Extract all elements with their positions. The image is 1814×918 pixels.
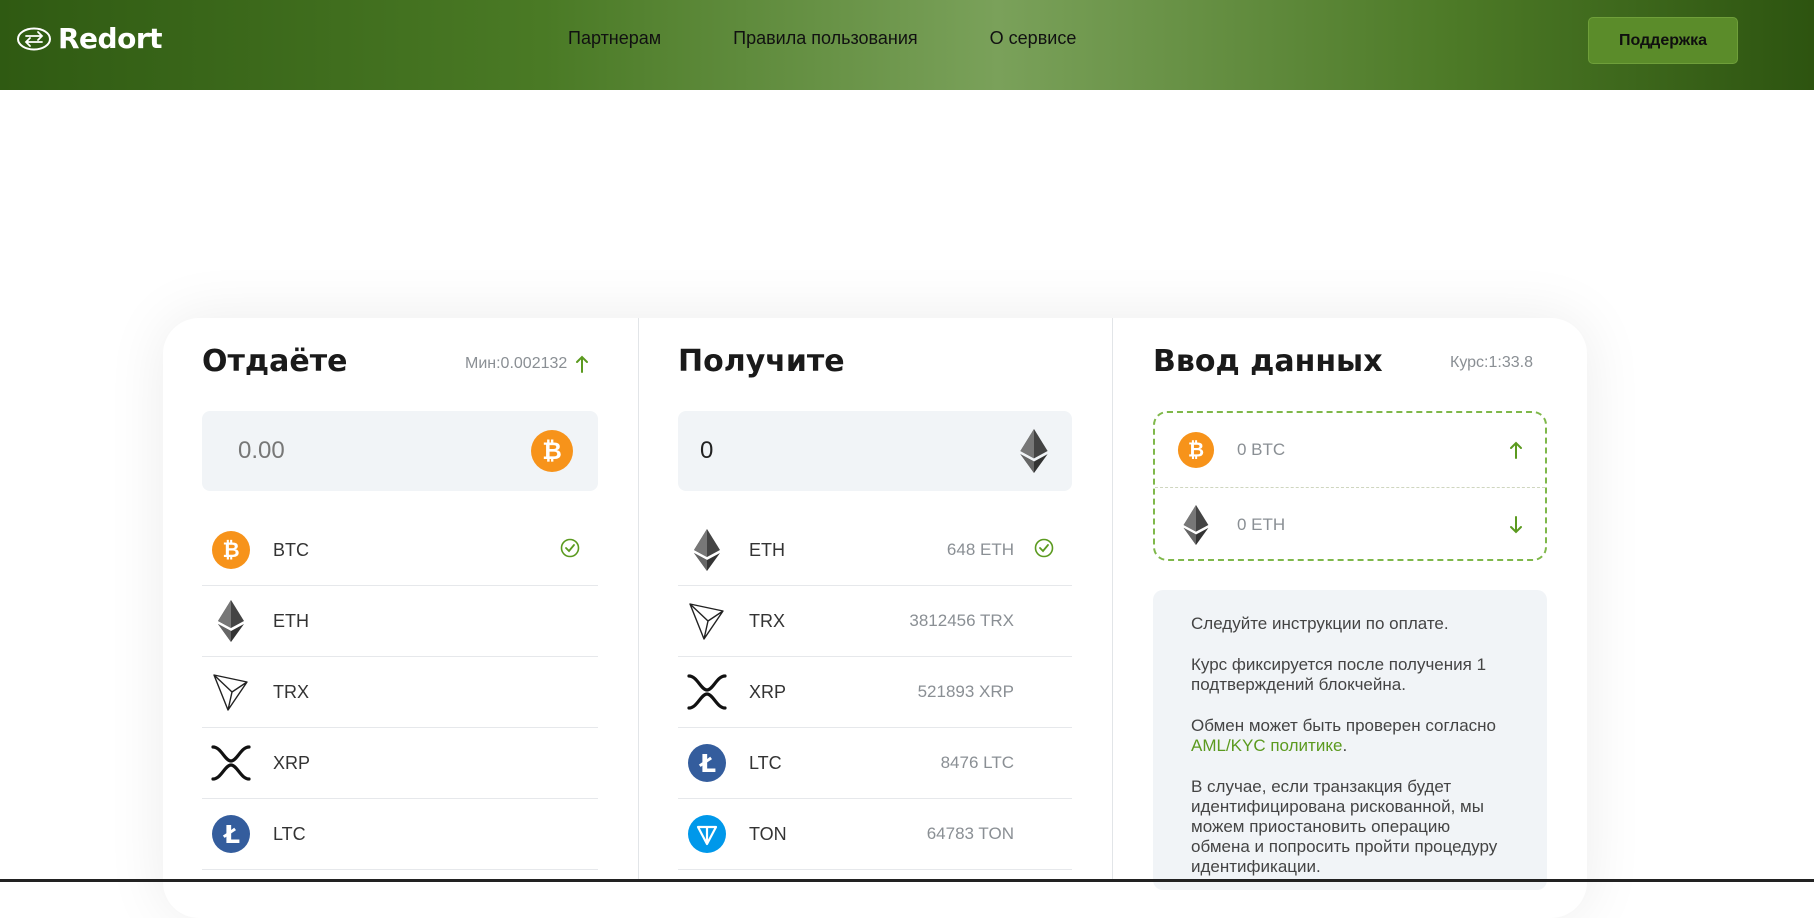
check-circle-icon <box>1034 538 1054 563</box>
give-amount-input[interactable]: 0.00 ₿ <box>202 411 598 491</box>
bitcoin-icon: ₿ <box>211 530 251 570</box>
currency-symbol: LTC <box>273 823 306 844</box>
currency-reserve: 521893 XRP <box>917 682 1014 701</box>
support-button[interactable]: Поддержка <box>1588 17 1738 64</box>
svg-text:Ł: Ł <box>698 749 716 778</box>
ethereum-icon[interactable] <box>1020 429 1048 473</box>
currency-symbol: XRP <box>749 681 787 702</box>
give-amount-value: 0.00 <box>238 437 285 464</box>
currency-symbol: TRX <box>273 681 309 702</box>
svg-text:₿: ₿ <box>1188 438 1204 462</box>
currency-reserve: 3812456 TRX <box>909 611 1014 630</box>
ton-icon <box>687 814 727 854</box>
tron-icon <box>687 601 727 641</box>
list-item[interactable]: TON 64783 TON <box>678 799 1072 870</box>
give-title: Отдаёте <box>202 344 348 379</box>
list-item[interactable]: ETH 648 ETH <box>678 515 1072 586</box>
top-header: Redort Партнерам Правила пользования О с… <box>0 0 1814 90</box>
currency-symbol: TRX <box>749 610 785 631</box>
list-item[interactable]: XRP <box>202 728 598 799</box>
ethereum-icon <box>687 529 727 571</box>
logo[interactable]: Redort <box>16 22 163 55</box>
bitcoin-icon: ₿ <box>1177 431 1215 469</box>
get-currency-list: ETH 648 ETH TRX 3812456 TRX XRP 521893 X… <box>678 515 1072 870</box>
currency-reserve: 64783 TON <box>926 824 1014 843</box>
exchange-rate: Курс:1:33.8 <box>1450 354 1533 372</box>
litecoin-icon: Ł <box>687 743 727 783</box>
min-amount-label: Мин:0.002132 <box>465 355 568 372</box>
to-currency-row[interactable]: 0 ETH <box>1155 487 1545 561</box>
give-currency-list: ₿ BTC ETH TRX XRP Ł LTC <box>202 515 598 870</box>
payment-instructions: Следуйте инструкции по оплате. Курс фикс… <box>1153 590 1547 890</box>
litecoin-icon: Ł <box>211 814 251 854</box>
list-item[interactable]: ₿ BTC <box>202 515 598 586</box>
arrow-up-icon <box>576 355 589 373</box>
instruction-text: Курс фиксируется после получения 1 подтв… <box>1191 655 1487 694</box>
instruction-text: Обмен может быть проверен согласно AML/K… <box>1191 716 1509 756</box>
tron-icon <box>211 672 251 712</box>
check-circle-icon <box>560 538 580 563</box>
logo-arrows-icon <box>17 27 51 50</box>
currency-symbol: ETH <box>273 610 309 631</box>
xrp-icon <box>687 672 727 712</box>
column-divider <box>638 318 639 882</box>
ethereum-icon <box>1183 504 1209 545</box>
nav-about[interactable]: О сервисе <box>990 28 1077 49</box>
svg-text:₿: ₿ <box>222 538 239 562</box>
svg-text:₿: ₿ <box>542 437 562 465</box>
instruction-text: В случае, если транзакция будет идентифи… <box>1191 777 1498 876</box>
currency-symbol: TON <box>749 823 787 844</box>
min-amount: Мин:0.002132 <box>465 354 589 374</box>
logo-text: Redort <box>58 22 163 55</box>
bitcoin-icon[interactable]: ₿ <box>530 429 574 473</box>
list-item[interactable]: TRX 3812456 TRX <box>678 586 1072 657</box>
data-entry-title: Ввод данных <box>1153 344 1383 379</box>
nav-partners[interactable]: Партнерам <box>568 28 661 49</box>
exchange-rate-label: Курс:1:33.8 <box>1450 354 1533 371</box>
from-currency-row[interactable]: ₿ 0 BTC <box>1155 413 1545 487</box>
from-amount-label: 0 BTC <box>1237 440 1286 459</box>
xrp-icon <box>211 743 251 783</box>
main-nav: Партнерам Правила пользования О сервисе <box>568 28 1076 49</box>
aml-text: Обмен может быть проверен согласно <box>1191 716 1497 735</box>
to-amount-label: 0 ETH <box>1237 514 1286 534</box>
currency-symbol: BTC <box>273 539 309 560</box>
get-title: Получите <box>678 344 845 379</box>
arrow-up-icon <box>1510 441 1522 459</box>
aml-period: . <box>1342 736 1348 755</box>
list-item[interactable]: TRX <box>202 657 598 728</box>
currency-symbol: ETH <box>749 539 785 560</box>
instruction-text: Следуйте инструкции по оплате. <box>1191 614 1449 633</box>
svg-text:Ł: Ł <box>222 820 240 849</box>
get-amount-value: 0 <box>700 437 714 464</box>
currency-symbol: LTC <box>749 752 782 773</box>
aml-kyc-link[interactable]: AML/KYC политике <box>1191 736 1342 755</box>
nav-terms[interactable]: Правила пользования <box>733 28 918 49</box>
currency-symbol: XRP <box>273 752 311 773</box>
ethereum-icon <box>211 600 251 642</box>
column-divider <box>1112 318 1113 882</box>
currency-reserve: 648 ETH <box>946 540 1014 559</box>
list-item[interactable]: Ł LTC 8476 LTC <box>678 728 1072 799</box>
arrow-down-icon <box>1510 515 1522 533</box>
exchange-pair-box: ₿ 0 BTC 0 ETH <box>1153 411 1547 561</box>
list-item[interactable]: ETH <box>202 586 598 657</box>
get-amount-input[interactable]: 0 <box>678 411 1072 491</box>
list-item[interactable]: XRP 521893 XRP <box>678 657 1072 728</box>
list-item[interactable]: Ł LTC <box>202 799 598 870</box>
currency-reserve: 8476 LTC <box>940 753 1014 772</box>
